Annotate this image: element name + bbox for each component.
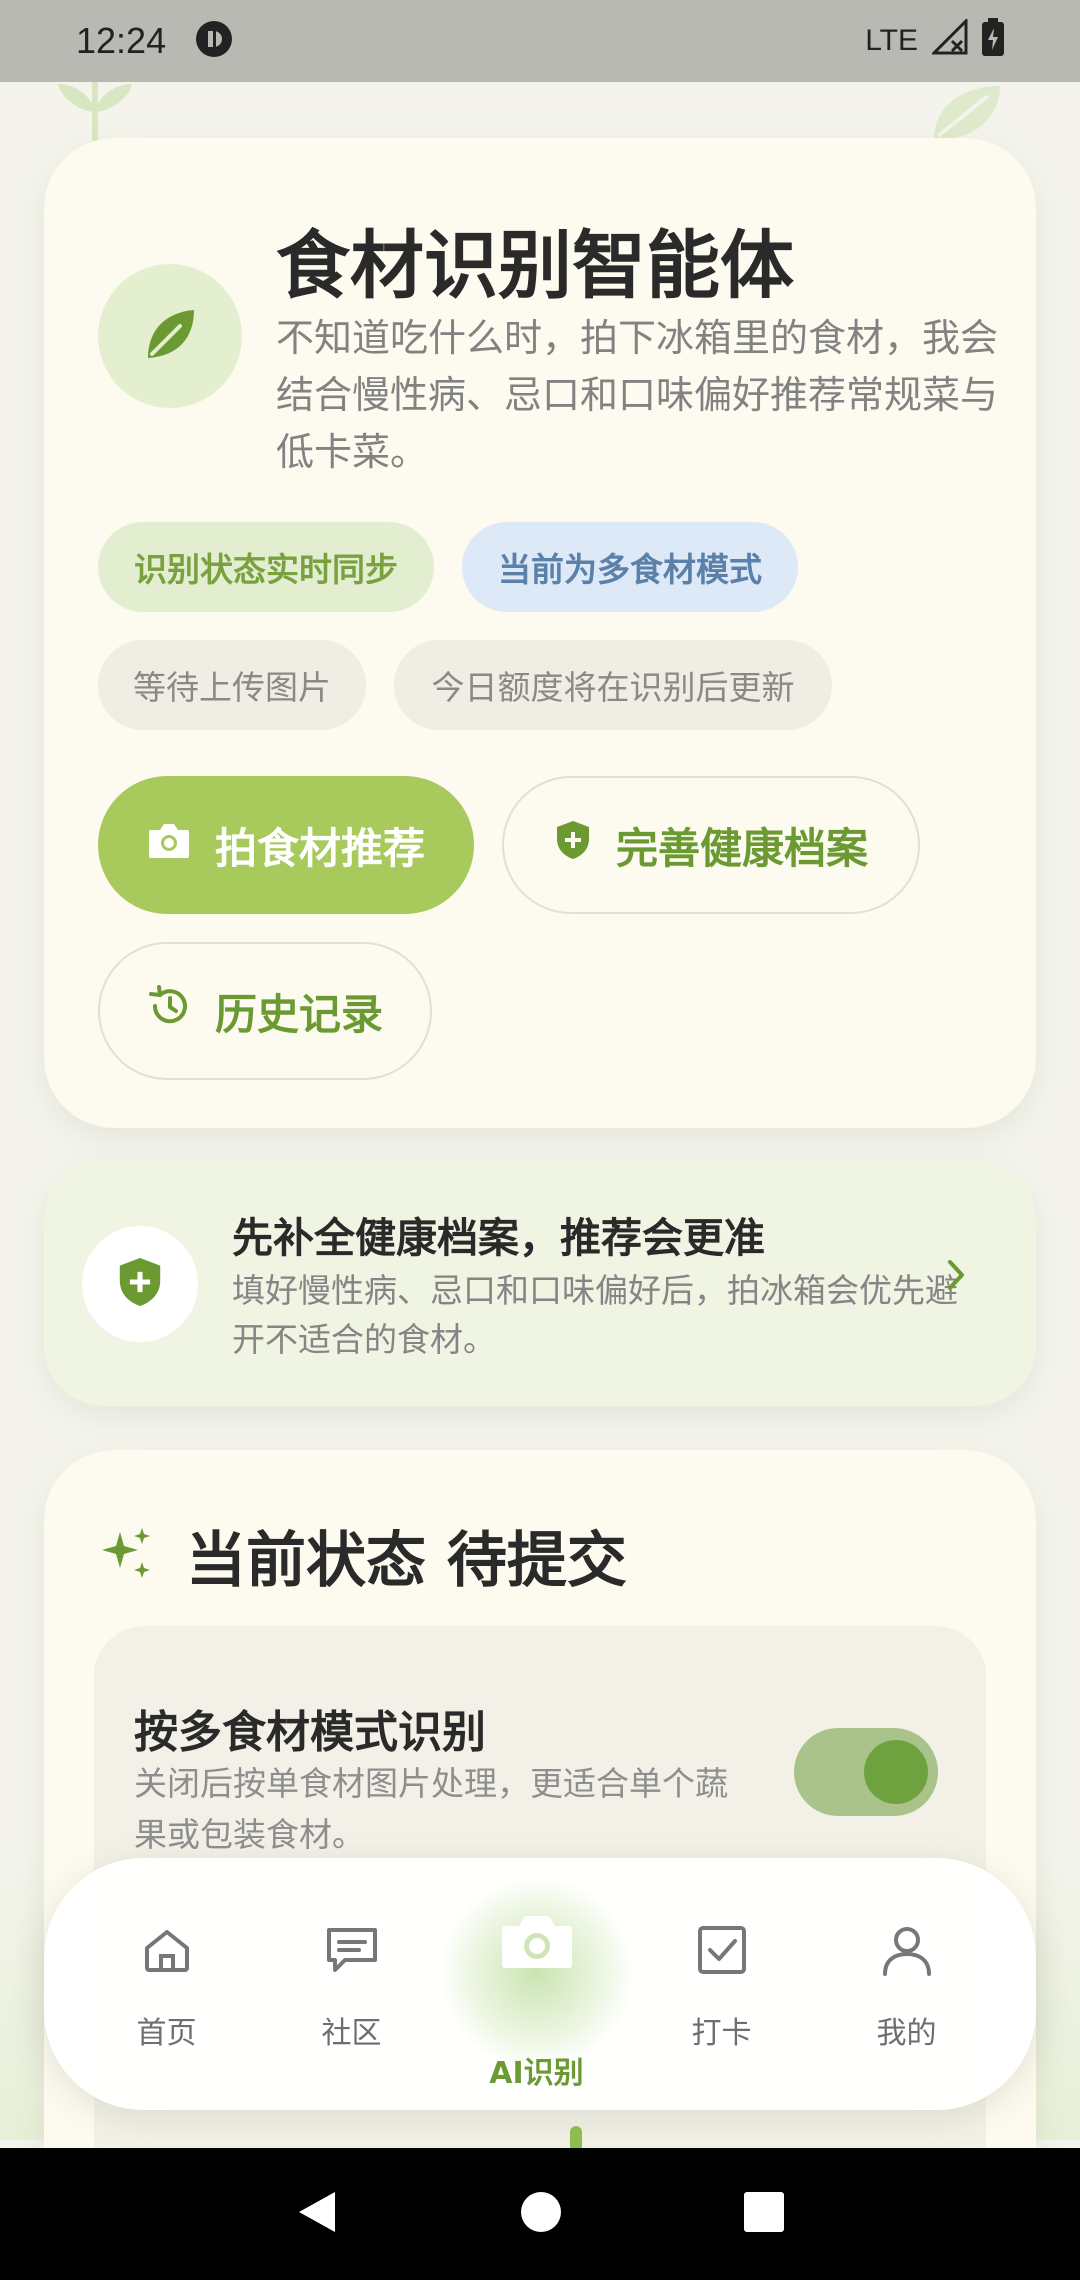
camera-icon xyxy=(499,1908,575,1978)
home-icon xyxy=(139,1922,195,1982)
leaf-icon xyxy=(140,304,200,368)
checkbox-icon xyxy=(694,1922,750,1982)
mode-status-chip: 当前为多食材模式 xyxy=(462,522,798,612)
nav-item-community[interactable]: 社区 xyxy=(259,1858,444,2110)
health-profile-tip[interactable]: 先补全健康档案，推荐会更准 填好慢性病、忌口和口味偏好后，拍冰箱会优先避开不适合… xyxy=(44,1160,1036,1406)
tip-description: 填好慢性病、忌口和口味偏好后，拍冰箱会优先避开不适合的食材。 xyxy=(232,1271,958,1359)
signal-icon xyxy=(930,17,968,63)
toggle-knob xyxy=(864,1740,928,1804)
nav-item-profile[interactable]: 我的 xyxy=(814,1858,999,2110)
shield-plus-icon xyxy=(116,1255,164,1313)
status-title: 当前状态 待提交 xyxy=(186,1526,627,1596)
app-notification-icon xyxy=(194,19,234,63)
sync-status-chip: 识别状态实时同步 xyxy=(98,522,434,612)
tip-badge xyxy=(82,1226,198,1342)
nav-label-community: 社区 xyxy=(321,2016,382,2051)
hero-description: 不知道吃什么时，拍下冰箱里的食材，我会结合慢性病、忌口和口味偏好推荐常规菜与低卡… xyxy=(276,316,999,474)
background-leaf-icon xyxy=(928,82,1004,146)
photo-recommend-button[interactable]: 拍食材推荐 xyxy=(98,776,474,914)
nav-item-home[interactable]: 首页 xyxy=(74,1858,259,2110)
recents-icon[interactable] xyxy=(743,2191,785,2237)
nav-item-ai-recognition[interactable]: AI识别 xyxy=(441,1858,632,2110)
system-navigation-bar xyxy=(0,2148,1080,2280)
status-bar: 12:24 LTE xyxy=(0,0,1080,82)
camera-icon xyxy=(147,820,191,870)
nav-label-profile: 我的 xyxy=(876,2016,937,2051)
multi-mode-toggle[interactable] xyxy=(794,1728,938,1816)
status-time: 12:24 xyxy=(76,20,167,61)
nav-label-checkin: 打卡 xyxy=(691,2016,752,2051)
health-profile-label: 完善健康档案 xyxy=(615,823,868,873)
complete-health-profile-button[interactable]: 完善健康档案 xyxy=(502,776,920,914)
back-icon[interactable] xyxy=(295,2188,339,2240)
nav-label-home: 首页 xyxy=(136,2016,197,2051)
photo-recommend-label: 拍食材推荐 xyxy=(214,823,425,873)
multi-mode-description: 关闭后按单食材图片处理，更适合单个蔬果或包装食材。 xyxy=(134,1764,728,1854)
history-label: 历史记录 xyxy=(214,989,383,1039)
tip-title: 先补全健康档案，推荐会更准 xyxy=(232,1214,765,1262)
page-title: 食材识别智能体 xyxy=(276,223,794,309)
hero-card: 食材识别智能体 不知道吃什么时，拍下冰箱里的食材，我会结合慢性病、忌口和口味偏好… xyxy=(44,138,1036,1128)
bottom-navigation: 首页 社区 AI识别 打卡 我的 xyxy=(44,1858,1036,2110)
network-type: LTE xyxy=(865,24,918,57)
shield-plus-icon xyxy=(554,819,592,871)
nav-label-ai-recognition: AI识别 xyxy=(489,2056,584,2091)
chevron-right-icon xyxy=(942,1250,972,1304)
multi-mode-title: 按多食材模式识别 xyxy=(134,1707,486,1758)
history-icon xyxy=(147,985,191,1037)
battery-icon xyxy=(982,18,1004,64)
quota-status-chip: 今日额度将在识别后更新 xyxy=(394,640,832,730)
person-icon xyxy=(879,1922,935,1982)
history-button[interactable]: 历史记录 xyxy=(98,942,432,1080)
chat-icon xyxy=(323,1922,381,1982)
nav-item-checkin[interactable]: 打卡 xyxy=(629,1858,814,2110)
upload-status-chip: 等待上传图片 xyxy=(98,640,366,730)
home-circle-icon[interactable] xyxy=(519,2190,563,2238)
sparkle-icon xyxy=(98,1524,158,1588)
hero-leaf-badge xyxy=(98,264,242,408)
